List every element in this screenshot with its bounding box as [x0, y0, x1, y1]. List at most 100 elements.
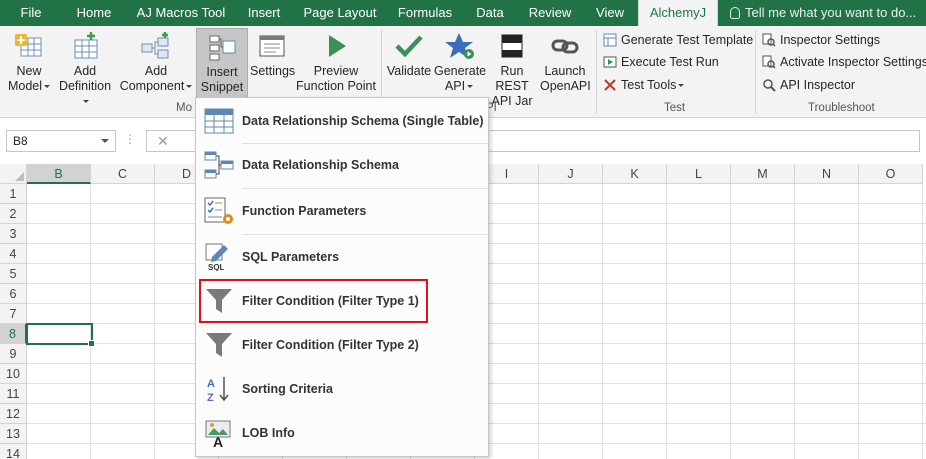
menu-item-function-parameters[interactable]: Function Parameters — [196, 189, 488, 233]
add-component-button[interactable]: Add Component — [118, 28, 194, 102]
execute-icon — [603, 55, 617, 69]
tell-me-search[interactable]: Tell me what you want to do... — [730, 0, 916, 26]
menu-item-data-relationship-schema-single-table[interactable]: Data Relationship Schema (Single Table) — [196, 99, 488, 143]
chevron-down-icon — [44, 85, 51, 88]
preview-function-point-label: Preview Function Point — [296, 64, 376, 93]
activate-inspector-settings-label: Activate Inspector Settings — [780, 55, 926, 69]
insert-snippet-menu: Data Relationship Schema (Single Table) … — [195, 97, 489, 457]
inspector-settings-button[interactable]: Inspector Settings — [762, 30, 880, 50]
tab-alchemyj[interactable]: AlchemyJ — [638, 0, 718, 27]
menu-item-lob-info[interactable]: A LOB Info — [196, 411, 488, 455]
generate-api-label: Generate API — [434, 64, 487, 93]
row-header-6[interactable]: 6 — [0, 284, 27, 304]
column-header-l[interactable]: L — [667, 164, 731, 184]
menu-item-label: Function Parameters — [242, 204, 367, 218]
execute-test-run-button[interactable]: Execute Test Run — [603, 52, 719, 72]
test-tools-button[interactable]: Test Tools — [603, 75, 685, 95]
run-rest-api-jar-button[interactable]: Run REST API Jar — [486, 28, 538, 108]
tab-home[interactable]: Home — [62, 0, 126, 26]
sql-icon: SQL — [204, 243, 234, 272]
select-all-corner[interactable] — [0, 164, 27, 184]
tab-data[interactable]: Data — [462, 0, 518, 26]
add-definition-button[interactable]: Add Definition — [56, 28, 114, 103]
api-inspector-button[interactable]: API Inspector — [762, 75, 855, 95]
activate-inspector-settings-button[interactable]: Activate Inspector Settings — [762, 52, 926, 72]
schema-icon — [204, 151, 234, 179]
column-header-m[interactable]: M — [731, 164, 795, 184]
inspector-icon — [762, 55, 776, 69]
api-inspector-label: API Inspector — [780, 78, 856, 92]
row-header-1[interactable]: 1 — [0, 184, 27, 204]
row-header-14[interactable]: 14 — [0, 444, 27, 459]
active-cell[interactable] — [26, 323, 95, 347]
lob-icon: A — [204, 419, 234, 450]
row-header-13[interactable]: 13 — [0, 424, 27, 444]
add-definition-icon — [69, 32, 101, 60]
tab-review[interactable]: Review — [518, 0, 582, 26]
group-label-model: Mo — [176, 102, 192, 114]
chevron-down-icon — [467, 85, 474, 88]
row-header-10[interactable]: 10 — [0, 364, 27, 384]
group-label-troubleshoot: Troubleshoot — [808, 102, 875, 114]
name-box[interactable]: B8 — [6, 130, 116, 152]
execute-test-run-label: Execute Test Run — [621, 55, 719, 69]
close-icon: ✕ — [157, 133, 169, 149]
column-header-k[interactable]: K — [603, 164, 667, 184]
settings-button[interactable]: Settings — [250, 28, 296, 102]
menu-item-filter-condition-type-2[interactable]: Filter Condition (Filter Type 2) — [196, 323, 488, 367]
menu-item-label: Filter Condition (Filter Type 2) — [242, 338, 419, 352]
validate-button[interactable]: Validate — [386, 28, 432, 102]
chevron-down-icon[interactable] — [101, 139, 109, 143]
row-header-8[interactable]: 8 — [0, 324, 27, 344]
ribbon-tab-bar: File Home AJ Macros Tool Insert Page Lay… — [0, 0, 926, 27]
group-separator — [755, 30, 756, 114]
row-header-5[interactable]: 5 — [0, 264, 27, 284]
new-model-button[interactable]: New Model — [4, 28, 54, 102]
row-header-9[interactable]: 9 — [0, 344, 27, 364]
filter-icon — [204, 331, 234, 359]
settings-label: Settings — [250, 64, 296, 78]
row-header-12[interactable]: 12 — [0, 404, 27, 424]
column-header-o[interactable]: O — [859, 164, 923, 184]
row-header-11[interactable]: 11 — [0, 384, 27, 404]
tab-file[interactable]: File — [0, 0, 62, 26]
generate-test-template-button[interactable]: Generate Test Template — [603, 30, 753, 50]
formula-cancel-button[interactable]: ✕ — [146, 130, 196, 152]
chevron-down-icon — [186, 85, 193, 88]
highlight-box — [199, 279, 428, 323]
row-header-7[interactable]: 7 — [0, 304, 27, 324]
menu-item-label: LOB Info — [242, 426, 295, 440]
svg-text:A: A — [207, 378, 215, 390]
tab-page-layout[interactable]: Page Layout — [292, 0, 388, 26]
column-header-j[interactable]: J — [539, 164, 603, 184]
generate-api-button[interactable]: Generate API — [434, 28, 487, 102]
column-header-n[interactable]: N — [795, 164, 859, 184]
menu-item-sql-parameters[interactable]: SQL SQL Parameters — [196, 235, 488, 279]
insert-snippet-button[interactable]: Insert Snippet — [196, 28, 248, 104]
preview-function-point-button[interactable]: Preview Function Point — [296, 28, 376, 102]
column-header-b[interactable]: B — [27, 164, 91, 184]
formula-input[interactable] — [488, 130, 920, 152]
menu-item-label: SQL Parameters — [242, 250, 340, 264]
launch-openapi-button[interactable]: Launch OpenAPI — [540, 28, 591, 102]
lightbulb-icon — [730, 7, 740, 19]
menu-item-sorting-criteria[interactable]: A Z Sorting Criteria — [196, 367, 488, 411]
tab-view[interactable]: View — [582, 0, 638, 26]
tab-insert[interactable]: Insert — [236, 0, 292, 26]
row-header-4[interactable]: 4 — [0, 244, 27, 264]
menu-item-data-relationship-schema[interactable]: Data Relationship Schema — [196, 143, 488, 187]
inspector-settings-label: Inspector Settings — [780, 33, 881, 47]
svg-text:A: A — [213, 434, 223, 447]
tab-formulas[interactable]: Formulas — [388, 0, 462, 26]
tab-aj-macros-tool[interactable]: AJ Macros Tool — [126, 0, 236, 26]
launch-openapi-label: Launch OpenAPI — [540, 64, 591, 93]
row-header-2[interactable]: 2 — [0, 204, 27, 224]
generate-test-template-label: Generate Test Template — [621, 33, 754, 47]
checkmark-icon — [393, 32, 425, 60]
group-label-test: Test — [664, 102, 686, 114]
formula-bar-grip-icon: ⋮ — [124, 132, 137, 146]
menu-item-label: Sorting Criteria — [242, 382, 333, 396]
row-header-3[interactable]: 3 — [0, 224, 27, 244]
column-header-c[interactable]: C — [91, 164, 155, 184]
chevron-down-icon — [83, 100, 89, 103]
